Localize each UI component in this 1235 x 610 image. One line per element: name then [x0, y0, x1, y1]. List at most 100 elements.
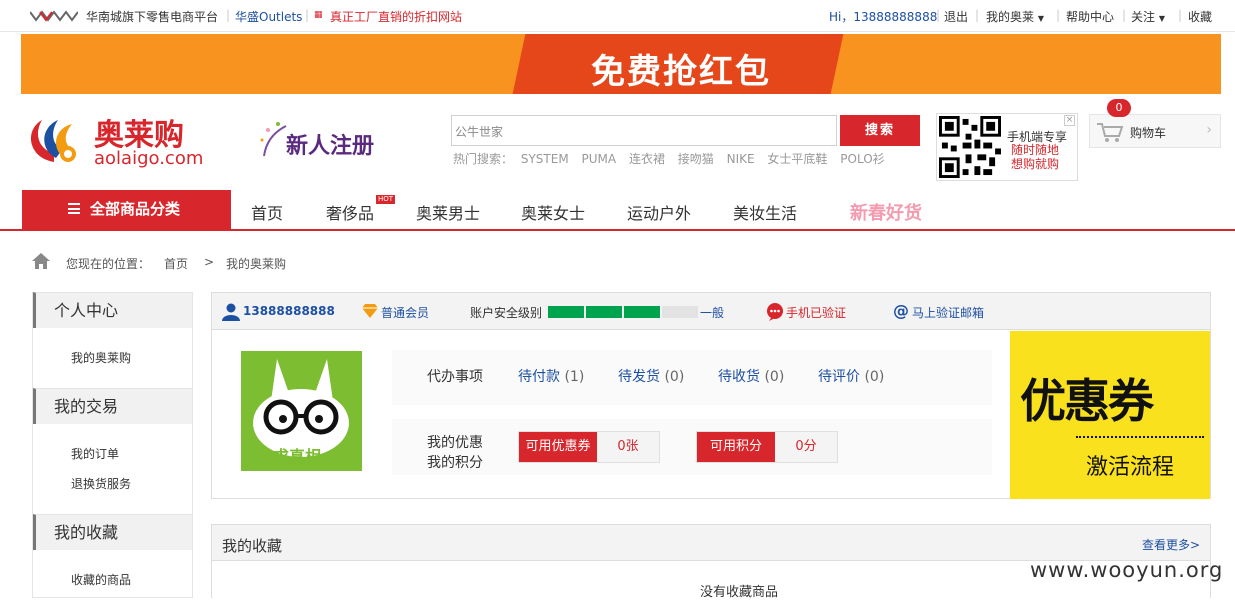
- home-icon[interactable]: [32, 252, 50, 270]
- sidebar-group: 我的奥莱购: [33, 328, 192, 388]
- points-chip-value: 0分: [795, 439, 817, 454]
- register-promo[interactable]: 新人注册: [258, 114, 398, 164]
- all-categories-button[interactable]: 全部商品分类: [22, 190, 231, 231]
- qr-subtitle: 随时随地 想购就购: [1011, 143, 1059, 171]
- security-level: 一般: [700, 306, 725, 320]
- divider: |: [936, 8, 941, 22]
- divider: |: [1178, 8, 1183, 22]
- brand-swirl-icon: [30, 120, 76, 162]
- verify-email-link[interactable]: 马上验证邮箱: [912, 304, 984, 321]
- user-greeting[interactable]: Hi，13888888888: [829, 8, 937, 25]
- sidebar-item-favorite-products[interactable]: 收藏的商品: [33, 565, 192, 595]
- points-chip-label: 可用积分: [697, 432, 775, 462]
- coupon-chip[interactable]: 可用优惠券 0张: [518, 431, 660, 463]
- nav-item-beauty[interactable]: 美妆生活: [733, 200, 797, 224]
- security-meter-segment: [586, 306, 622, 318]
- hot-search-term[interactable]: 接吻猫: [678, 152, 714, 166]
- phone-status[interactable]: 手机已验证: [786, 304, 846, 321]
- nav-item-home[interactable]: 首页: [251, 200, 283, 224]
- follow-menu[interactable]: 关注 ▼: [1131, 8, 1165, 25]
- search-input[interactable]: 公牛世家: [451, 115, 837, 146]
- pending-review-link[interactable]: 待评价 (0): [818, 366, 884, 386]
- my-account-menu[interactable]: 我的奥莱 ▼: [986, 8, 1044, 25]
- benefits-labels: 我的优惠 我的积分: [427, 433, 483, 473]
- account-status-bar: 13888888888 普通会员 账户安全级别 一般 手机已验证 @ 马上验证邮…: [212, 293, 1210, 330]
- caret-down-icon: ▼: [1158, 14, 1165, 23]
- breadcrumb-current: 我的奥莱购: [226, 257, 287, 271]
- cart-count-badge: 0: [1107, 99, 1131, 117]
- account-panel: 13888888888 普通会员 账户安全级别 一般 手机已验证 @ 马上验证邮…: [211, 292, 1211, 499]
- hot-search-term[interactable]: NIKE: [727, 152, 755, 166]
- sidebar-item-orders[interactable]: 我的订单: [33, 439, 192, 469]
- coupon-ad[interactable]: 优惠券 激活流程: [1010, 331, 1210, 499]
- cart-icon: [1097, 123, 1124, 142]
- sidebar-section-title: 我的交易: [33, 388, 192, 424]
- coupon-chip-value: 0张: [617, 439, 639, 454]
- username: 13888888888: [243, 304, 335, 318]
- hot-search-term[interactable]: SYSTEM: [521, 152, 569, 166]
- hot-search-term[interactable]: PUMA: [582, 152, 617, 166]
- my-coupons-label: 我的优惠: [427, 435, 483, 451]
- promo-banner[interactable]: 免费抢红包: [21, 34, 1221, 94]
- pending-shipment-link[interactable]: 待发货 (0): [618, 366, 684, 386]
- pending-payment-link[interactable]: 待付款 (1): [518, 366, 584, 386]
- member-level[interactable]: 普通会员: [381, 304, 429, 321]
- pending-review-label: 待评价: [818, 369, 860, 385]
- nav-item-festive[interactable]: 新春好货: [850, 199, 922, 225]
- divider: |: [226, 8, 231, 22]
- view-more-link[interactable]: 查看更多>: [1142, 536, 1200, 553]
- qr-code-icon: [939, 116, 1001, 178]
- main-nav: 全部商品分类 首页 奢侈品 HOT 奥莱男士 奥莱女士 运动户外 美妆生活 新春…: [0, 190, 1235, 231]
- help-link[interactable]: 帮助中心: [1066, 8, 1114, 25]
- security-meter-segment: [662, 306, 698, 318]
- cart-button[interactable]: 购物车 ›: [1089, 114, 1221, 148]
- brand-logo[interactable]: 奥莱购 aolaigo.com: [24, 110, 224, 170]
- avatar[interactable]: 求真相: [241, 351, 362, 471]
- favorites-empty: 没有收藏商品: [700, 585, 779, 600]
- pending-review-count: (0): [864, 369, 885, 385]
- grid-icon: ▦: [314, 10, 323, 20]
- site-mini-logo-icon: [30, 10, 78, 22]
- favorite-link[interactable]: 收藏: [1188, 8, 1212, 25]
- logout-link[interactable]: 退出: [944, 8, 968, 25]
- pending-receipt-label: 待收货: [718, 369, 760, 385]
- security-label: 账户安全级别: [470, 306, 543, 320]
- sidebar-item-returns[interactable]: 退换货服务: [33, 469, 192, 499]
- pending-receipt-link[interactable]: 待收货 (0): [718, 366, 784, 386]
- hot-search-term[interactable]: 女士平底鞋: [767, 152, 827, 166]
- user-icon: [222, 303, 240, 321]
- cart-label: 购物车: [1130, 126, 1167, 140]
- sidebar-section-title: 我的收藏: [33, 514, 192, 550]
- breadcrumb-sep: >: [204, 255, 215, 269]
- all-categories-label: 全部商品分类: [90, 200, 181, 218]
- menu-icon: [68, 203, 80, 214]
- sparkle-icon: [260, 122, 287, 157]
- outlets-link[interactable]: 华盛Outlets: [235, 8, 302, 25]
- email-icon: @: [893, 301, 909, 320]
- divider: |: [1122, 8, 1127, 22]
- nav-item-luxury[interactable]: 奢侈品: [326, 200, 374, 224]
- nav-item-women[interactable]: 奥莱女士: [521, 200, 585, 224]
- sidebar-section-title: 个人中心: [33, 292, 192, 328]
- breadcrumb-home[interactable]: 首页: [164, 255, 188, 272]
- hot-search-term[interactable]: POLO衫: [840, 152, 884, 166]
- hot-search-label: 热门搜索：: [453, 152, 514, 166]
- slogan-link[interactable]: 真正工厂直销的折扣网站: [330, 8, 462, 25]
- nav-item-outdoor[interactable]: 运动户外: [627, 200, 691, 224]
- points-chip[interactable]: 可用积分 0分: [696, 431, 838, 463]
- pending-payment-count: (1): [564, 369, 585, 385]
- pending-shipment-count: (0): [664, 369, 685, 385]
- my-account-label: 我的奥莱: [986, 10, 1035, 24]
- nav-item-men[interactable]: 奥莱男士: [416, 200, 480, 224]
- todo-row: 代办事项 待付款 (1) 待发货 (0) 待收货 (0) 待评价 (0): [392, 350, 992, 405]
- favorites-header: 我的收藏 查看更多>: [212, 525, 1210, 561]
- sidebar-item-my-aolaigo[interactable]: 我的奥莱购: [33, 343, 192, 373]
- security-meter-segment: [548, 306, 584, 318]
- hot-search-term[interactable]: 连衣裙: [629, 152, 665, 166]
- top-bar: 华南城旗下零售电商平台 | 华盛Outlets | ▦ 真正工厂直销的折扣网站 …: [0, 0, 1235, 32]
- search-button[interactable]: 搜索: [840, 115, 920, 146]
- coupon-chip-label: 可用优惠券: [519, 432, 597, 462]
- pending-shipment-label: 待发货: [618, 369, 660, 385]
- hot-searches: 热门搜索： SYSTEM PUMA 连衣裙 接吻猫 NIKE 女士平底鞋 POL…: [453, 150, 894, 167]
- close-icon[interactable]: ×: [1064, 115, 1075, 126]
